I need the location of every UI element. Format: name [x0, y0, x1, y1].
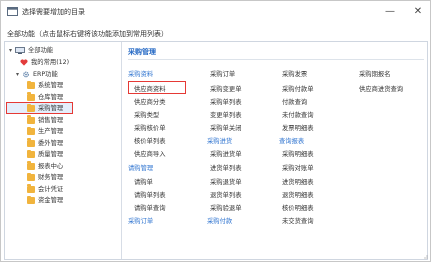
folder-icon — [27, 172, 35, 181]
tree-item-label: 我的常用(12) — [31, 59, 70, 66]
section-purchase-data: 采购资料 — [128, 71, 154, 78]
section-requisition: 请购管理 — [128, 165, 154, 172]
menu-item-receipt[interactable]: 采购进货单 — [210, 149, 241, 158]
close-button[interactable]: ✕ — [411, 5, 425, 19]
menu-item-invoice[interactable]: 采购发票 — [282, 69, 307, 78]
menu-item-supplier-data[interactable]: 供应商资料 — [134, 84, 165, 93]
title-divider — [128, 59, 424, 60]
menu-item-price-check-list[interactable]: 核价单列表 — [134, 136, 165, 145]
module-label: 销售管理 — [38, 116, 64, 124]
menu-item-receipt-detail[interactable]: 进货明细表 — [282, 177, 313, 186]
dialog-window: 选择需要增加的目录 — ✕ 全部功能（点击鼠标右键将该功能添加到常用列表） ▾ … — [0, 0, 431, 262]
heart-icon — [20, 59, 28, 66]
app-icon — [7, 7, 18, 16]
module-label: 系统管理 — [38, 82, 64, 89]
menu-item-registration[interactable]: 采购期报名 — [359, 69, 390, 78]
module-label: 报表中心 — [38, 162, 64, 170]
section-purchase-receipt: 采购进货 — [207, 138, 233, 145]
menu-item-supplier-category[interactable]: 供应商分类 — [134, 97, 165, 106]
folder-icon — [27, 161, 35, 170]
gear-icon — [23, 71, 29, 78]
module-label: 仓库管理 — [38, 93, 64, 101]
menu-item-purchase-type[interactable]: 采购类型 — [134, 110, 159, 119]
module-label: 生产管理 — [38, 128, 64, 135]
section-title: 采购管理 — [128, 48, 156, 56]
menu-item-purchase-change[interactable]: 采购变更单 — [210, 84, 241, 93]
menu-item-reconciliation[interactable]: 采购对账单 — [282, 163, 313, 172]
menu-item-supplier-receipt-query[interactable]: 供应商进货查询 — [359, 84, 403, 93]
window-title: 选择需要增加的目录 — [22, 8, 85, 16]
tree-item-label: ERP功能 — [33, 71, 58, 78]
menu-item-purchase-list[interactable]: 采购单列表 — [210, 97, 241, 106]
menu-item-purchase-order[interactable]: 采购订单 — [210, 69, 235, 78]
menu-item-undelivered-query[interactable]: 未交货查询 — [282, 216, 313, 225]
instruction-text: 全部功能（点击鼠标右键将该功能添加到常用列表） — [7, 30, 168, 38]
menu-item-return[interactable]: 采购退货单 — [210, 177, 241, 186]
resize-grip-icon[interactable] — [422, 253, 428, 259]
folder-icon — [27, 149, 35, 158]
collapse-icon[interactable]: ▾ — [7, 45, 14, 56]
menu-item-unpaid-query[interactable]: 未付款查询 — [282, 110, 313, 119]
module-label: 财务管理 — [38, 174, 64, 181]
menu-item-change-list[interactable]: 变更单列表 — [210, 110, 241, 119]
menu-item-supplier-import[interactable]: 供应商导入 — [134, 149, 165, 158]
folder-icon — [27, 92, 35, 101]
folder-icon — [27, 138, 35, 147]
menu-item-receipt-list[interactable]: 进货单列表 — [210, 163, 241, 172]
module-label: 资金管理 — [38, 197, 64, 204]
menu-item-payment-query[interactable]: 付款查询 — [282, 97, 307, 106]
function-tree: ▾ 全部功能 我的常用(12) ▾ ERP功能 系统管理 仓库管理 采购管理 销… — [5, 42, 120, 259]
menu-item-return-detail[interactable]: 退货明细表 — [282, 190, 313, 199]
menu-item-purchase-detail[interactable]: 采购明细表 — [282, 149, 313, 158]
title-bar: 选择需要增加的目录 — ✕ — [1, 1, 430, 23]
menu-item-return-list[interactable]: 退货单列表 — [210, 190, 241, 199]
computer-icon — [15, 47, 25, 54]
collapse-icon[interactable]: ▾ — [14, 69, 21, 80]
menu-item-requisition-list[interactable]: 请购单列表 — [134, 190, 165, 199]
menu-item-requisition-query[interactable]: 请购单查询 — [134, 203, 165, 212]
folder-icon — [27, 80, 35, 89]
folder-icon — [27, 115, 35, 124]
module-label: 质量管理 — [38, 151, 64, 158]
folder-icon — [27, 184, 35, 193]
tree-root-label: 全部功能 — [28, 47, 54, 54]
folder-icon — [27, 195, 35, 204]
menu-item-price-check[interactable]: 采购核价单 — [134, 123, 165, 132]
module-label: 会计凭证 — [38, 185, 64, 193]
section-purchase-payment: 采购付款 — [207, 218, 233, 225]
section-purchase-order: 采购订单 — [128, 218, 154, 225]
menu-item-payment[interactable]: 采购付款单 — [282, 84, 313, 93]
menu-item-invoice-detail[interactable]: 发票明细表 — [282, 123, 313, 132]
menu-item-requisition[interactable]: 请购单 — [134, 177, 153, 186]
panel-divider — [121, 42, 122, 259]
section-query-reports: 查询报表 — [279, 138, 305, 145]
folder-icon — [27, 103, 35, 112]
menu-item-purchase-close[interactable]: 采购单关闭 — [210, 123, 241, 132]
module-label: 采购管理 — [38, 105, 64, 112]
folder-icon — [27, 126, 35, 135]
menu-item-price-detail[interactable]: 核价明细表 — [282, 203, 313, 212]
minimize-button[interactable]: — — [383, 5, 397, 19]
menu-item-inspection-return[interactable]: 采购验退单 — [210, 203, 241, 212]
module-label: 委外管理 — [38, 139, 64, 147]
